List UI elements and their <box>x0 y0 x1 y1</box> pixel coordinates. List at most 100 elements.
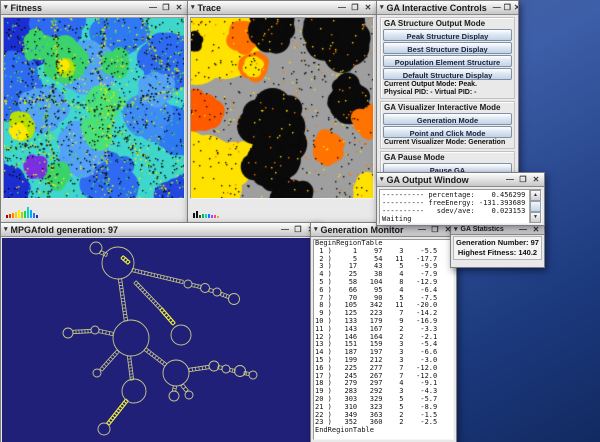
window-menu-icon[interactable]: ▾ <box>454 225 458 234</box>
trace-window-title: Trace <box>198 3 222 13</box>
minimize-button[interactable]: — <box>417 225 427 235</box>
close-button[interactable]: ✕ <box>363 3 373 13</box>
output-titlebar[interactable]: ▾ GA Output Window — ❒ ✕ <box>377 173 544 187</box>
legend-bar <box>208 214 210 218</box>
current-visualizer-mode-status: Current Visualizer Mode: Generation <box>384 139 512 147</box>
legend-bar <box>196 211 198 218</box>
fitness-titlebar[interactable]: ▾ Fitness — ❒ ✕ <box>1 1 187 15</box>
legend-bar <box>36 215 38 218</box>
current-output-mode-status: Current Output Mode: Peak. <box>384 81 512 89</box>
minimize-button[interactable]: — <box>518 225 528 235</box>
maximize-button[interactable]: ❒ <box>518 175 528 185</box>
structure-output-mode-group: GA Structure Output Mode Peak Structure … <box>380 17 515 99</box>
maximize-button[interactable]: ❒ <box>161 3 171 13</box>
fitness-map-frame <box>3 17 185 199</box>
trace-map-frame <box>190 17 374 199</box>
output-text-area: ---------- percentage: 0.456299 --------… <box>379 189 542 224</box>
close-button[interactable]: ✕ <box>514 3 518 13</box>
legend-bar <box>27 207 29 218</box>
pid-status: Physical PID: - Virtual PID: - <box>384 89 512 97</box>
scrollbar-track[interactable] <box>530 201 541 212</box>
ga-output-window: ▾ GA Output Window — ❒ ✕ ---------- perc… <box>376 172 545 226</box>
trace-heatmap <box>191 18 373 198</box>
scroll-up-icon[interactable]: ▲ <box>530 190 541 201</box>
peak-structure-display-button[interactable]: Peak Structure Display <box>383 29 512 41</box>
visualizer-interactive-mode-group: GA Visualizer Interactive Mode Generatio… <box>380 101 515 149</box>
legend-bar <box>214 215 216 218</box>
legend-bar <box>21 212 23 218</box>
generation-number-value: Generation Number: 97 <box>454 238 541 248</box>
output-log-text: ---------- percentage: 0.456299 --------… <box>380 190 529 223</box>
legend-bar <box>18 210 20 218</box>
generation-mode-button[interactable]: Generation Mode <box>383 113 512 125</box>
window-menu-icon[interactable]: ▾ <box>191 3 195 12</box>
minimize-button[interactable]: — <box>148 3 158 13</box>
controls-titlebar[interactable]: ▾ GA Interactive Controls — ❒ ✕ <box>377 1 518 15</box>
trace-titlebar[interactable]: ▾ Trace — ❒ ✕ <box>188 1 376 15</box>
fitness-color-histogram <box>6 207 38 218</box>
region-table-area: BeginRegionTable 1 ) 1 97 3 -5.5 2 ) 5 5… <box>313 239 454 440</box>
scrollbar-thumb[interactable] <box>530 201 541 212</box>
point-and-click-mode-button[interactable]: Point and Click Mode <box>383 126 512 138</box>
legend-bar <box>9 214 11 218</box>
ga-interactive-controls-window: ▾ GA Interactive Controls — ❒ ✕ GA Struc… <box>376 0 519 176</box>
group-label: GA Visualizer Interactive Mode <box>384 104 512 112</box>
scroll-down-icon[interactable]: ▼ <box>530 212 541 223</box>
stats-window-title: GA Statistics <box>461 226 504 233</box>
stats-panel: Generation Number: 97 Highest Fitness: 1… <box>453 236 542 260</box>
output-scrollbar[interactable]: ▲ ▼ <box>529 190 541 223</box>
legend-bar <box>30 210 32 218</box>
population-element-structure-display-button[interactable]: Population Element Structure Display <box>383 55 512 67</box>
desktop: ▾ Fitness — ❒ ✕ ▾ Trace — ❒ ✕ <box>0 0 600 442</box>
region-table-text: BeginRegionTable 1 ) 1 97 3 -5.5 2 ) 5 5… <box>314 240 453 435</box>
legend-bar <box>202 214 204 218</box>
mpga-titlebar[interactable]: ▾ MPGAfold generation: 97 — ❒ ✕ <box>1 223 319 237</box>
generation-monitor-window: ▾ Generation Monitor — ❒ ✕ BeginRegionTa… <box>310 222 457 442</box>
mpga-window-title: MPGAfold generation: 97 <box>11 225 119 235</box>
fitness-window: ▾ Fitness — ❒ ✕ <box>0 0 188 223</box>
trace-window: ▾ Trace — ❒ ✕ <box>187 0 377 223</box>
group-label: GA Structure Output Mode <box>384 20 512 28</box>
legend-bar <box>211 215 213 218</box>
minimize-button[interactable]: — <box>493 3 501 13</box>
window-menu-icon[interactable]: ▾ <box>4 3 8 12</box>
legend-bar <box>6 215 8 218</box>
mpgafold-window: ▾ MPGAfold generation: 97 — ❒ ✕ <box>0 222 320 442</box>
trace-color-histogram <box>193 211 219 218</box>
maximize-button[interactable]: ❒ <box>293 225 303 235</box>
window-menu-icon[interactable]: ▾ <box>314 225 318 234</box>
legend-bar <box>205 214 207 218</box>
close-button[interactable]: ✕ <box>531 175 541 185</box>
minimize-button[interactable]: — <box>280 225 290 235</box>
window-menu-icon[interactable]: ▾ <box>4 225 8 234</box>
minimize-button[interactable]: — <box>337 3 347 13</box>
fitness-heatmap <box>4 18 184 198</box>
maximize-button[interactable]: ❒ <box>430 225 440 235</box>
legend-bar <box>217 216 219 218</box>
trace-footer-strip <box>190 199 374 221</box>
legend-bar <box>15 212 17 218</box>
default-structure-display-button[interactable]: Default Structure Display <box>383 68 512 80</box>
legend-bar <box>193 213 195 218</box>
output-window-title: GA Output Window <box>387 175 469 185</box>
controls-window-title: GA Interactive Controls <box>387 3 487 13</box>
close-button[interactable]: ✕ <box>531 225 541 235</box>
ga-statistics-window: ▾ GA Statistics — ✕ Generation Number: 9… <box>450 224 545 268</box>
window-menu-icon[interactable]: ▾ <box>380 175 384 184</box>
maximize-button[interactable]: ❒ <box>350 3 360 13</box>
maximize-button[interactable]: ❒ <box>504 3 511 13</box>
rna-structure-canvas <box>2 238 318 442</box>
window-menu-icon[interactable]: ▾ <box>380 3 384 12</box>
stats-titlebar[interactable]: ▾ GA Statistics — ✕ <box>451 225 544 235</box>
legend-bar <box>33 213 35 218</box>
minimize-button[interactable]: — <box>505 175 515 185</box>
monitor-window-title: Generation Monitor <box>321 225 404 235</box>
legend-bar <box>12 213 14 218</box>
legend-bar <box>199 215 201 218</box>
close-button[interactable]: ✕ <box>174 3 184 13</box>
best-structure-display-button[interactable]: Best Structure Display <box>383 42 512 54</box>
fitness-window-title: Fitness <box>11 3 43 13</box>
fitness-footer-strip <box>3 199 185 221</box>
highest-fitness-value: Highest Fitness: 140.2 <box>454 248 541 258</box>
rna-secondary-structure <box>2 238 318 442</box>
